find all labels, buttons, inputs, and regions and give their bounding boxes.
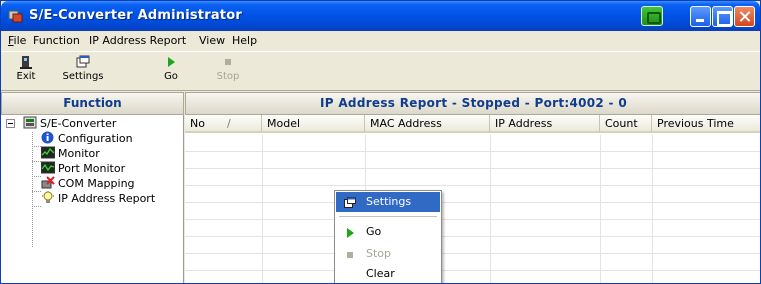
close-button[interactable] (734, 6, 755, 27)
stop-square-icon (344, 248, 357, 260)
settings-icon (76, 55, 90, 69)
context-go-label: Go (366, 225, 382, 238)
go-label: Go (164, 71, 178, 82)
column-header-mac-address[interactable]: MAC Address (365, 115, 490, 133)
grid-row-line (185, 219, 760, 220)
column-header-model[interactable]: Model (262, 115, 365, 133)
tree-connector (32, 191, 41, 192)
settings-button[interactable]: Settings (57, 55, 109, 89)
tree-connector (32, 161, 41, 162)
tree-ip-address-report-label: IP Address Report (58, 192, 156, 205)
context-menu: Settings Go Stop Clear (334, 190, 442, 283)
window-title: S/E-Converter Administrator (29, 8, 242, 23)
menu-bar: File Function IP Address Report View Hel… (1, 31, 760, 51)
tree-com-mapping-label: COM Mapping (58, 177, 135, 190)
context-menu-stop[interactable]: Stop (336, 244, 440, 264)
tree-item-monitor[interactable]: Monitor (41, 146, 100, 161)
grid-column-line (600, 135, 601, 283)
lightbulb-icon (41, 191, 55, 204)
stop-button[interactable]: Stop (215, 55, 241, 89)
grid-column-line (652, 135, 653, 283)
column-header-previous-time[interactable]: Previous Time (652, 115, 760, 133)
menu-help-label: Help (232, 34, 258, 47)
grid-row-line (185, 168, 760, 169)
exit-label: Exit (16, 71, 36, 82)
context-menu-separator (339, 216, 437, 217)
function-pane-header: Function (1, 92, 184, 115)
context-settings-label: Settings (366, 195, 412, 208)
column-no-label: No (190, 117, 205, 130)
menu-help[interactable]: Help (232, 34, 257, 47)
monitor-graph-icon (41, 146, 55, 159)
tree-item-root[interactable]: S/E-Converter (23, 116, 116, 131)
settings-label: Settings (62, 71, 104, 82)
tree-monitor-label: Monitor (58, 147, 100, 160)
tree-item-com-mapping[interactable]: COM Mapping (41, 176, 135, 191)
com-mapping-icon (41, 176, 55, 189)
grid-row-line (185, 151, 760, 152)
grid-row-line (185, 185, 760, 186)
tree-configuration-label: Configuration (58, 132, 133, 145)
go-arrow-icon (344, 226, 357, 238)
grid-column-line (490, 135, 491, 283)
menu-view-label: View (199, 34, 226, 47)
go-button[interactable]: Go (158, 55, 184, 89)
grid-row-line (185, 270, 760, 271)
maximize-button[interactable] (712, 6, 733, 27)
tree-collapse-toggle[interactable] (6, 119, 15, 128)
port-monitor-graph-icon (41, 161, 55, 174)
info-icon (41, 131, 55, 144)
exit-door-icon (19, 55, 33, 69)
menu-ip-address-report-label: IP Address Report (89, 34, 187, 47)
context-stop-label: Stop (366, 247, 392, 260)
settings-icon (344, 196, 357, 208)
report-grid[interactable]: No / Model MAC Address IP Address Count … (185, 115, 760, 283)
menu-file[interactable]: File (8, 34, 26, 47)
toolbar: Exit Settings Go Stop (1, 51, 760, 91)
tree-root-label: S/E-Converter (40, 117, 117, 130)
tree-connector (32, 146, 41, 147)
app-window: S/E-Converter Administrator File Functio… (0, 0, 761, 284)
report-pane-header: IP Address Report - Stopped - Port:4002 … (185, 92, 760, 115)
grid-row-line (185, 236, 760, 237)
exit-button[interactable]: Exit (13, 55, 39, 89)
grid-row-line (185, 202, 760, 203)
tree-port-monitor-label: Port Monitor (58, 162, 126, 175)
tray-status-icon[interactable] (641, 6, 663, 26)
menu-ip-address-report[interactable]: IP Address Report (89, 34, 186, 47)
menu-view[interactable]: View (199, 34, 225, 47)
sort-indicator: / (227, 117, 231, 130)
tree-item-configuration[interactable]: Configuration (41, 131, 133, 146)
app-icon (8, 9, 23, 24)
converter-device-icon (23, 116, 37, 129)
tree-connector (32, 206, 41, 207)
column-header-ip-address[interactable]: IP Address (490, 115, 600, 133)
column-header-count[interactable]: Count (600, 115, 652, 133)
tree-item-ip-address-report[interactable]: IP Address Report (41, 191, 155, 206)
grid-row-line (185, 253, 760, 254)
function-tree: S/E-Converter Configuration Monitor Port… (1, 115, 184, 283)
context-menu-clear[interactable]: Clear (336, 264, 440, 283)
grid-column-line (262, 135, 263, 283)
menu-function[interactable]: Function (33, 34, 80, 47)
minimize-button[interactable] (690, 6, 711, 27)
go-arrow-icon (164, 55, 178, 69)
column-header-no[interactable]: No / (185, 115, 262, 133)
stop-square-icon (221, 55, 235, 69)
tree-connector (32, 132, 33, 247)
context-menu-go[interactable]: Go (336, 222, 440, 242)
context-menu-settings[interactable]: Settings (336, 192, 440, 212)
tree-item-port-monitor[interactable]: Port Monitor (41, 161, 125, 176)
menu-function-label: Function (33, 34, 80, 47)
stop-label: Stop (216, 71, 240, 82)
tree-connector (32, 176, 41, 177)
context-clear-label: Clear (366, 267, 395, 280)
title-bar[interactable]: S/E-Converter Administrator (1, 1, 760, 31)
